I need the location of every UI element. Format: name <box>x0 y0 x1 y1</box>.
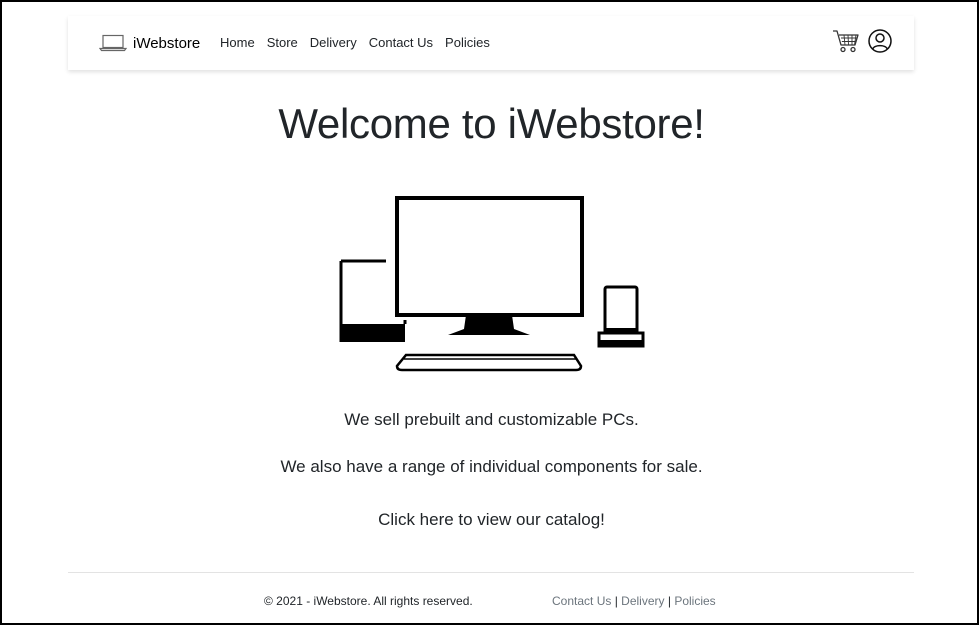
brand-link[interactable]: iWebstore <box>99 16 200 70</box>
nav-home-link[interactable]: Home <box>220 35 255 50</box>
footer-links: Contact Us | Delivery | Policies <box>552 594 716 608</box>
intro-text-pcs: We sell prebuilt and customizable PCs. <box>344 410 639 429</box>
shopping-cart-icon[interactable] <box>832 28 860 59</box>
nav-actions <box>832 16 892 70</box>
catalog-cta: Click here to view our catalog! <box>2 510 979 530</box>
intro-text-components: We also have a range of individual compo… <box>280 457 703 476</box>
devices-illustration <box>336 192 648 378</box>
copyright-text: © 2021 - iWebstore. All rights reserved. <box>264 594 473 608</box>
nav-contact-link[interactable]: Contact Us <box>369 35 433 50</box>
footer-separator: | <box>667 594 671 608</box>
user-account-icon[interactable] <box>868 28 892 58</box>
footer-divider <box>68 572 914 573</box>
nav-store-link[interactable]: Store <box>267 35 298 50</box>
footer-delivery-link[interactable]: Delivery <box>621 594 664 608</box>
brand-name: iWebstore <box>133 34 201 52</box>
footer-policies-link[interactable]: Policies <box>674 594 715 608</box>
page-title: Welcome to iWebstore! <box>278 100 705 147</box>
catalog-link[interactable]: Click here to view our catalog! <box>378 510 605 529</box>
nav-delivery-link[interactable]: Delivery <box>310 35 357 50</box>
laptop-icon <box>99 34 133 52</box>
main-nav: Home Store Delivery Contact Us Policies <box>220 16 490 70</box>
footer-contact-link[interactable]: Contact Us <box>552 594 611 608</box>
footer-separator: | <box>614 594 618 608</box>
nav-policies-link[interactable]: Policies <box>445 35 490 50</box>
browser-viewport: iWebstore Home Store Delivery Contact Us… <box>0 0 979 625</box>
top-navbar: iWebstore Home Store Delivery Contact Us… <box>68 16 914 70</box>
